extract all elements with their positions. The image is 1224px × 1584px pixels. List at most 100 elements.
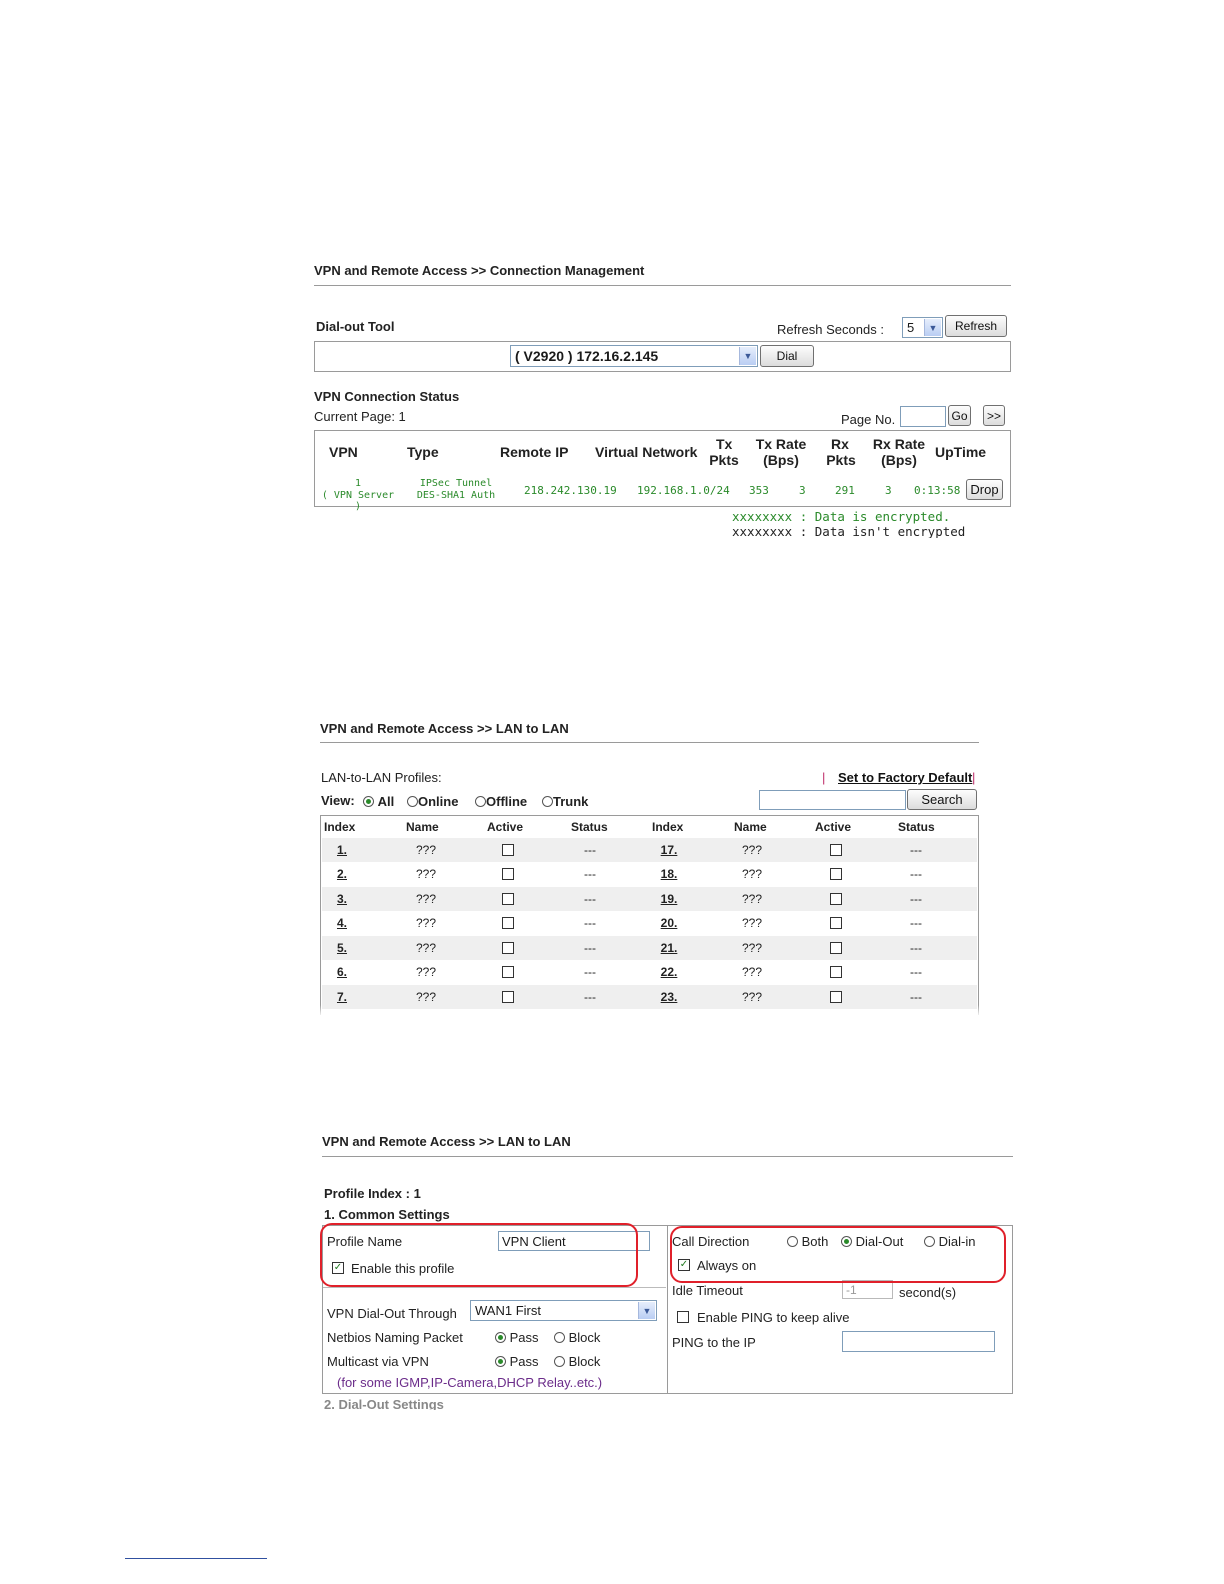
active-checkbox[interactable]: [830, 844, 842, 856]
divider: [323, 1287, 666, 1288]
refresh-button[interactable]: Refresh: [945, 315, 1007, 337]
profile-index-link[interactable]: 5.: [322, 936, 362, 960]
ping-ip-input[interactable]: [842, 1331, 995, 1352]
highlight-box: [320, 1223, 638, 1287]
view-option-trunk[interactable]: Trunk: [542, 794, 588, 809]
search-input[interactable]: [759, 790, 906, 810]
active-checkbox[interactable]: [830, 917, 842, 929]
profiles-label: LAN-to-LAN Profiles:: [321, 770, 442, 785]
go-button[interactable]: Go: [948, 405, 971, 426]
profile-name: ???: [415, 941, 437, 955]
profile-name: ???: [415, 990, 437, 1004]
netbios-label: Netbios Naming Packet: [327, 1330, 463, 1345]
active-checkbox[interactable]: [502, 991, 514, 1003]
view-option-all[interactable]: All: [363, 794, 394, 809]
radio-icon: [554, 1356, 565, 1367]
enable-ping-label: Enable PING to keep alive: [697, 1310, 850, 1325]
active-checkbox[interactable]: [502, 868, 514, 880]
table-row: 1. ??? --- 17. ??? ---: [322, 838, 977, 862]
profile-index-link[interactable]: 1.: [322, 838, 362, 862]
dial-button[interactable]: Dial: [760, 345, 814, 367]
divider: [314, 285, 1011, 286]
table-row: 4. ??? --- 20. ??? ---: [322, 911, 977, 935]
multicast-label: Multicast via VPN: [327, 1354, 429, 1369]
footer-rule: [125, 1558, 267, 1559]
separator-right: |: [972, 770, 976, 785]
profile-name: ???: [741, 990, 763, 1004]
col-status-2: Status: [898, 820, 935, 834]
drop-button[interactable]: Drop: [966, 479, 1003, 500]
profile-index-link[interactable]: 17.: [652, 838, 686, 862]
radio-icon: [407, 796, 418, 807]
profile-index-link[interactable]: 4.: [322, 911, 362, 935]
col-rx-pkts: Rx: [831, 436, 849, 452]
current-page-label: Current Page: 1: [314, 409, 406, 424]
radio-icon: [495, 1356, 506, 1367]
virtual-network-value: 192.168.1.0/24: [637, 484, 730, 497]
dialout-through-select[interactable]: WAN1 First ▼: [470, 1300, 657, 1321]
view-label: View:: [321, 793, 355, 808]
profile-index-link[interactable]: 22.: [652, 960, 686, 984]
radio-icon: [554, 1332, 565, 1343]
next-page-button[interactable]: >>: [983, 405, 1005, 426]
col-active: Active: [487, 820, 524, 834]
col-tx-pkts-2: Pkts: [709, 452, 739, 468]
radio-icon: [475, 796, 486, 807]
active-checkbox[interactable]: [502, 942, 514, 954]
profile-index-link[interactable]: 6.: [322, 960, 362, 984]
chevron-down-icon: ▼: [638, 1302, 655, 1319]
separator-left: |: [822, 770, 826, 785]
netbios-block-radio[interactable]: Block: [554, 1330, 600, 1345]
profile-status: ---: [910, 990, 922, 1004]
view-option-offline[interactable]: Offline: [475, 794, 527, 809]
col-index: Index: [324, 820, 356, 834]
profile-name: ???: [741, 916, 763, 930]
col-remote-ip: Remote IP: [500, 444, 569, 460]
profile-index-link[interactable]: 20.: [652, 911, 686, 935]
active-checkbox[interactable]: [830, 966, 842, 978]
legend-encrypted: xxxxxxxx : Data is encrypted.: [732, 509, 951, 524]
col-virtual-network: Virtual Network: [595, 444, 698, 460]
active-checkbox[interactable]: [830, 868, 842, 880]
table-row: 5. ??? --- 21. ??? ---: [322, 936, 977, 960]
profile-index-link[interactable]: 18.: [652, 862, 686, 886]
profile-index-link[interactable]: 23.: [652, 985, 686, 1009]
profile-index-link[interactable]: 19.: [652, 887, 686, 911]
active-checkbox[interactable]: [502, 893, 514, 905]
table-row: 3. ??? --- 19. ??? ---: [322, 887, 977, 911]
active-checkbox[interactable]: [830, 893, 842, 905]
col-active-2: Active: [815, 820, 852, 834]
search-button[interactable]: Search: [907, 789, 977, 810]
profile-name: ???: [741, 965, 763, 979]
legend-not-encrypted: xxxxxxxx : Data isn't encrypted.: [732, 525, 968, 538]
multicast-block-radio[interactable]: Block: [554, 1354, 600, 1369]
profile-status: ---: [584, 990, 596, 1004]
tx-rate-value: 3: [799, 484, 806, 497]
profile-index-link[interactable]: 2.: [322, 862, 362, 886]
divider: [322, 1156, 1013, 1157]
refresh-seconds-select[interactable]: 5 ▼: [902, 317, 943, 338]
col-tx-rate-2: (Bps): [763, 452, 799, 468]
enable-ping-checkbox[interactable]: [677, 1311, 689, 1323]
profile-index-link[interactable]: 3.: [322, 887, 362, 911]
dial-target-select[interactable]: ( V2920 ) 172.16.2.145 ▼: [510, 345, 758, 367]
active-checkbox[interactable]: [830, 942, 842, 954]
vpn-role: ( VPN Server ): [321, 490, 395, 512]
factory-default-link[interactable]: Set to Factory Default: [838, 770, 972, 785]
status-title: VPN Connection Status: [314, 389, 460, 404]
profile-status: ---: [910, 916, 922, 930]
multicast-pass-radio[interactable]: Pass: [495, 1354, 539, 1369]
tx-pkts-value: 353: [749, 484, 769, 497]
profile-index-link[interactable]: 7.: [322, 985, 362, 1009]
netbios-pass-radio[interactable]: Pass: [495, 1330, 539, 1345]
profile-index-link[interactable]: 21.: [652, 936, 686, 960]
active-checkbox[interactable]: [502, 966, 514, 978]
profile-status: ---: [584, 892, 596, 906]
chevron-down-icon: ▼: [924, 319, 941, 336]
view-option-online[interactable]: Online: [407, 794, 458, 809]
active-checkbox[interactable]: [502, 917, 514, 929]
active-checkbox[interactable]: [502, 844, 514, 856]
page-no-input[interactable]: [900, 406, 946, 427]
idle-timeout-label: Idle Timeout: [672, 1283, 743, 1298]
active-checkbox[interactable]: [830, 991, 842, 1003]
